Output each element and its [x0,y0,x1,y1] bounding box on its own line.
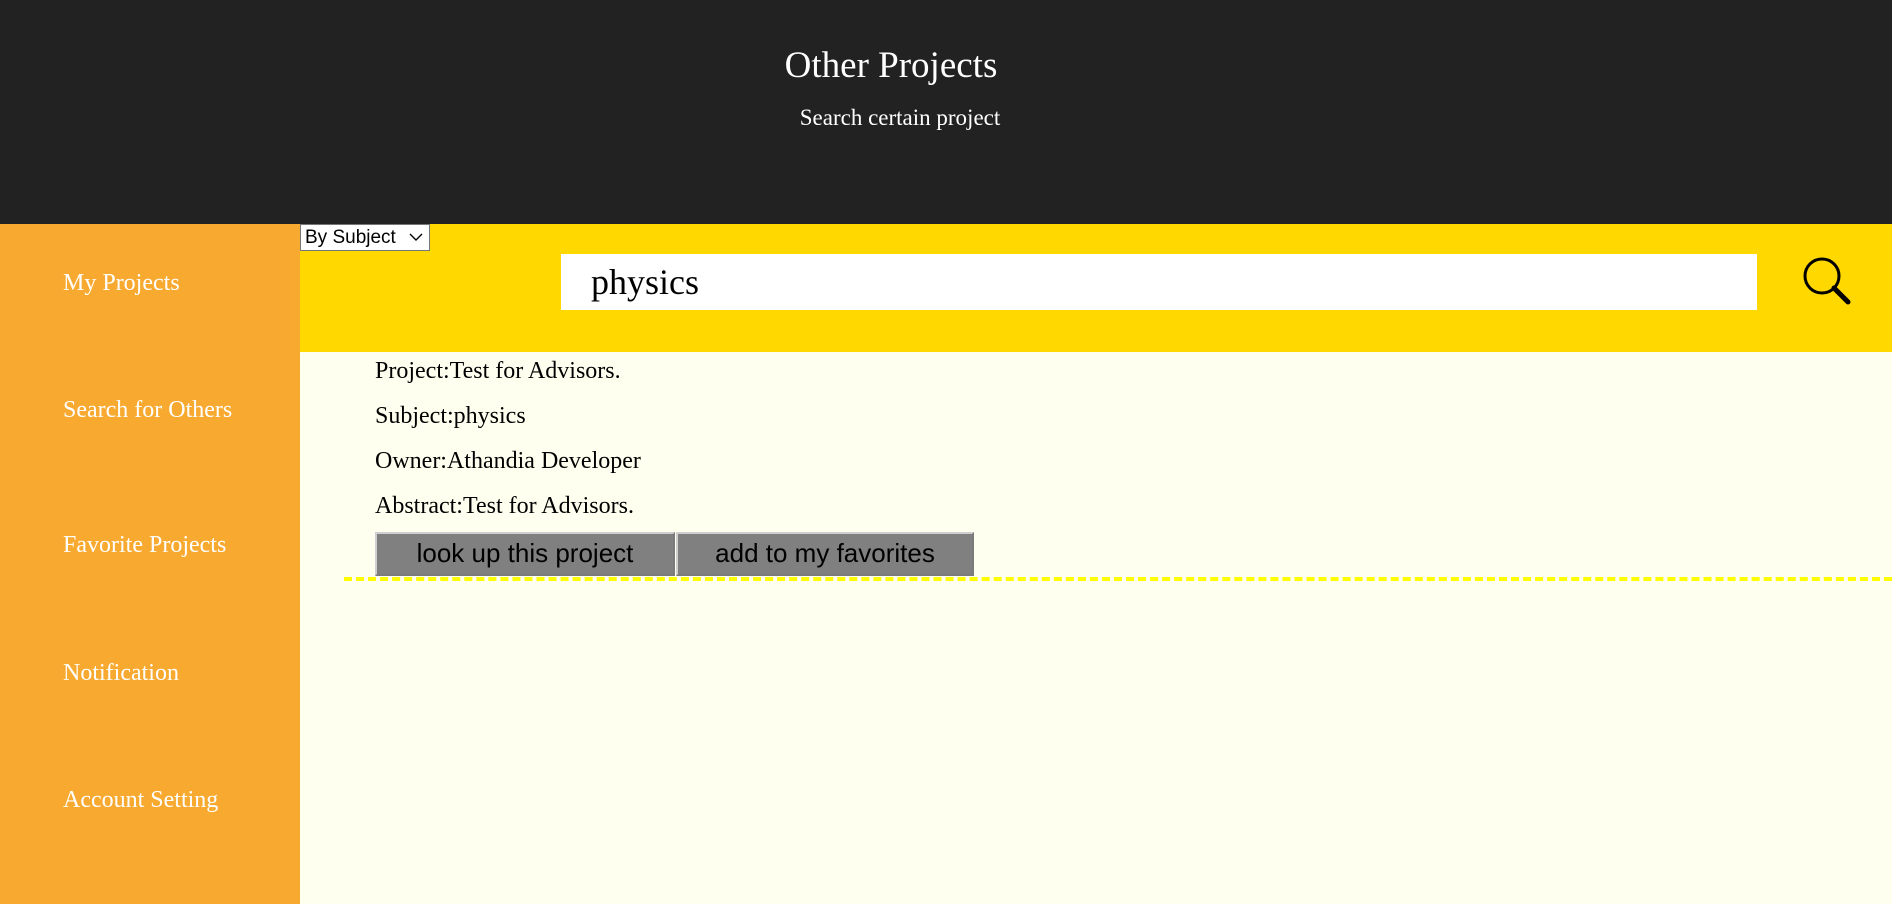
search-filter-select[interactable]: By Subject [300,224,430,251]
sidebar-item-search-for-others[interactable]: Search for Others [63,397,232,424]
result-divider [344,577,1892,581]
results-list: Project:Test for Advisors. Subject:physi… [300,352,1892,904]
search-icon [1803,257,1851,305]
sidebar: My Projects Search for Others Favorite P… [0,224,300,904]
sidebar-item-favorite-projects[interactable]: Favorite Projects [63,532,226,559]
search-filter-value: By Subject [305,227,396,248]
result-abstract: Abstract:Test for Advisors. [375,493,634,519]
page-title: Other Projects [784,45,998,86]
sidebar-item-notification[interactable]: Notification [63,660,179,687]
chevron-down-icon [409,233,423,241]
search-input[interactable]: physics [561,254,1757,310]
page-header: Other Projects Search certain project [0,0,1892,224]
look-up-project-button[interactable]: look up this project [375,532,675,576]
sidebar-item-my-projects[interactable]: My Projects [63,270,180,297]
add-to-favorites-button[interactable]: add to my favorites [676,532,974,576]
result-owner: Owner:Athandia Developer [375,448,641,474]
sidebar-item-account-setting[interactable]: Account Setting [63,787,218,814]
search-bar: By Subject physics [300,224,1892,352]
search-button[interactable] [1800,256,1854,310]
page-subtitle: Search certain project [799,105,1001,130]
result-project: Project:Test for Advisors. [375,358,621,384]
result-subject: Subject:physics [375,403,526,429]
